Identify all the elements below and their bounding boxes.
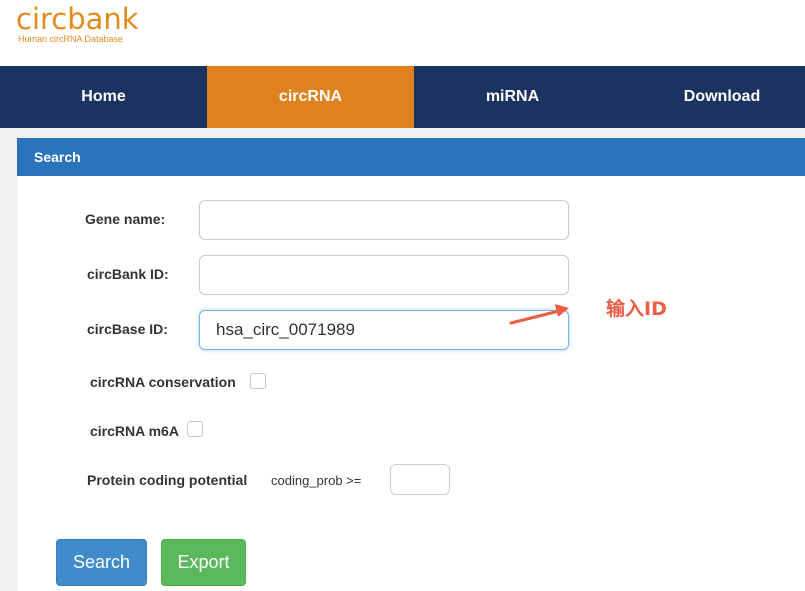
nav-circrna[interactable]: circRNA — [207, 66, 414, 128]
main-navbar: Home circRNA miRNA Download — [0, 66, 805, 128]
circbank-id-label: circBank ID: — [87, 266, 169, 282]
annotation-arrow-icon — [509, 304, 569, 325]
m6a-checkbox[interactable] — [187, 421, 203, 437]
export-button[interactable]: Export — [161, 539, 246, 586]
input-id-annotation: 输入ID — [606, 298, 667, 320]
circbank-id-input[interactable] — [199, 255, 569, 295]
search-button[interactable]: Search — [56, 539, 147, 586]
logo-tagline: Human circRNA Database — [18, 34, 124, 44]
protein-coding-label: Protein coding potential — [87, 472, 248, 488]
m6a-label: circRNA m6A — [90, 423, 179, 439]
panel-title: Search — [17, 138, 805, 176]
gene-name-label: Gene name: — [85, 211, 166, 227]
gene-name-input[interactable] — [199, 200, 569, 240]
search-panel: Search Gene name: circBank ID: circBase … — [17, 138, 805, 591]
circbank-logo[interactable]: circbank Human circRNA Database — [16, 2, 139, 44]
nav-download[interactable]: Download — [611, 66, 805, 128]
conservation-checkbox[interactable] — [250, 373, 266, 389]
coding-prob-input[interactable] — [390, 464, 450, 495]
nav-home[interactable]: Home — [0, 66, 207, 128]
logo-name: circbank — [16, 2, 139, 36]
nav-mirna[interactable]: miRNA — [414, 66, 611, 128]
coding-prob-label: coding_prob >= — [271, 473, 362, 488]
conservation-label: circRNA conservation — [90, 374, 236, 390]
site-header: circbank Human circRNA Database — [0, 0, 805, 66]
circbase-id-label: circBase ID: — [87, 321, 168, 337]
